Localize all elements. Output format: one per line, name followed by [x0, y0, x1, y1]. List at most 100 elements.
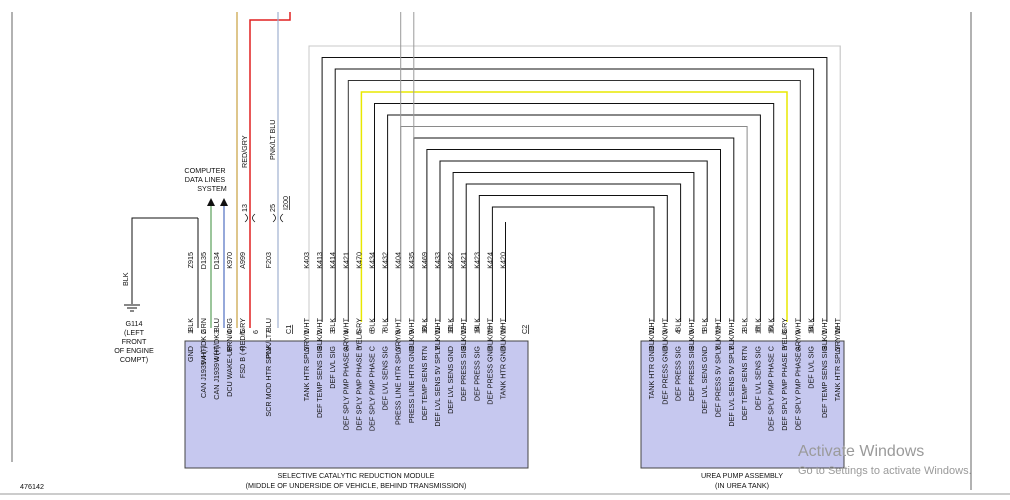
scr-module-title: SELECTIVE CATALYTIC REDUCTION MODULE	[278, 471, 435, 480]
harness-loop-wire	[387, 114, 761, 322]
scr-module-subtitle: (MIDDLE OF UNDERSIDE OF VEHICLE, BEHIND …	[246, 481, 467, 490]
pin-function: SCR MOD HTR SPLY	[264, 346, 273, 417]
pin-function: GND	[186, 346, 195, 362]
wire-color-label: BLK	[753, 318, 762, 332]
arrow-can-low	[207, 198, 215, 206]
circuit-label: K423	[472, 252, 481, 269]
ground-loc-3: OF ENGINE	[114, 346, 154, 355]
wire-color-label: RED/GRY	[238, 318, 247, 351]
wire-color-label: BLK	[328, 318, 337, 332]
pin-function: TANK HTR SPLY	[302, 346, 311, 401]
ground-id: G114	[125, 319, 142, 328]
pin-function: DEF LVL SIG	[807, 346, 816, 389]
urea-pump-subtitle: (IN UREA TANK)	[715, 481, 769, 490]
circuit-label: K421	[341, 252, 350, 269]
pin-function: DEF PRESS SIG	[459, 346, 468, 402]
pin-function: DEF LVL SENS 5V SPLY	[433, 346, 442, 427]
circuit-label: F203	[264, 252, 273, 268]
pin-function: DEF PRESS GND	[485, 346, 494, 405]
wire-color-label: BLK/WHT	[687, 317, 696, 350]
pin-function: DEF LVL SENS GND	[446, 346, 455, 414]
red-wire	[249, 12, 291, 328]
circuit-label: Z915	[186, 252, 195, 268]
circuit-label: K433	[433, 252, 442, 269]
pin-function: DEF SPLY PMP PHASE B	[354, 346, 363, 431]
wire-color-label: BLK/WHT	[647, 317, 656, 350]
wire-color-label: BLK	[700, 318, 709, 332]
figure-id: 476142	[20, 482, 44, 491]
circuit-label: D134	[212, 252, 221, 269]
pin-function: DEF PRESS SIG	[472, 346, 481, 402]
wire-color-label: BLK	[186, 318, 195, 332]
pin-function: DEF LVL SIG	[328, 346, 337, 389]
circuit-label: K970	[225, 252, 234, 269]
pin-function: DEF LVL SENS GND	[700, 346, 709, 414]
harness-loop-wire	[478, 195, 668, 322]
pin-function: PRESS LINE HTR GND	[407, 346, 416, 423]
wire-color-label: BLK	[740, 318, 749, 332]
wire-color-label: BLK	[674, 318, 683, 332]
pin-function: DEF TEMP SENS SIG	[315, 346, 324, 418]
circuit-label: K434	[368, 252, 377, 269]
ground-wire-color: BLK	[121, 272, 130, 286]
circuit-label: K420	[499, 252, 508, 269]
pin-function: DEF LVL SENS 5V SPLY	[727, 346, 736, 427]
pin-function: DEF SPLY PMP PHASE B	[780, 346, 789, 431]
ground-loc-1: (LEFT	[124, 328, 145, 337]
pin-function: TANK HTR GND	[499, 346, 508, 399]
wire-color-label: YEL/GRY	[780, 318, 789, 349]
pin-function: PRESS LINE HTR SPLY	[394, 346, 403, 425]
harness-loop-wire	[491, 206, 655, 322]
pin-function: DEF PRESS 5V SPLY	[714, 346, 723, 418]
circuit-label: A999	[238, 252, 247, 269]
pin-function: DEF PRESS SIG	[674, 346, 683, 402]
harness-loop-wire	[374, 103, 775, 322]
harness-loop-wire	[321, 57, 828, 322]
circuit-label: K435	[407, 252, 416, 269]
pin-function: DCU WAKE-UP	[225, 346, 234, 397]
harness-loop-wire	[413, 137, 735, 322]
circuit-label: K421	[459, 252, 468, 269]
wire-color-label: BLK	[446, 318, 455, 332]
pin-function: DEF SPLY PMP PHASE A	[793, 346, 802, 430]
pin-function: CAN J1939 4 (-)	[199, 346, 208, 398]
circuit-label: K414	[328, 252, 337, 269]
circuit-label: K413	[315, 252, 324, 269]
computer-data-lines-2: DATA LINES	[185, 175, 226, 184]
pin-function: DEF PRESS GND	[660, 346, 669, 405]
pin-function: DEF LVL SENS SIG	[753, 346, 762, 411]
circuit-label: K469	[420, 252, 429, 269]
computer-data-lines-1: COMPUTER	[184, 166, 225, 175]
pin-function: DEF TEMP SENS RTN	[740, 346, 749, 420]
pin-function: TANK HTR SPLY	[833, 346, 842, 401]
harness-loops	[308, 12, 841, 322]
wire-color-label: BLK	[420, 318, 429, 332]
ground-loc-4: COMPT)	[120, 355, 148, 364]
wire-color-label: BLK/WHT	[499, 317, 508, 350]
harness-loop-wire	[426, 149, 721, 322]
wire-color-label: BLK/WHT	[433, 317, 442, 350]
wire-color-label: BLK	[767, 318, 776, 332]
connector-c2-label: C2	[520, 325, 529, 334]
wire-color-label: BLK/WHT	[407, 317, 416, 350]
circuit-label: K422	[446, 252, 455, 269]
circuit-label: K432	[381, 252, 390, 269]
wire-color-label: BLK	[381, 318, 390, 332]
wire-color-label: BLK/WHT	[660, 317, 669, 350]
circuit-label: D135	[199, 252, 208, 269]
watermark-title: Activate Windows	[798, 443, 924, 460]
wire-color-label: BLK	[807, 318, 816, 332]
harness-loop-wire	[347, 80, 801, 322]
splice-25-label: 25	[268, 204, 277, 212]
wire-color-label: BLK/WHT	[820, 317, 829, 350]
ground-loc-2: FRONT	[122, 337, 147, 346]
ref-i200-label: I200	[281, 196, 290, 210]
wire-color-label: BLK/WHT	[459, 317, 468, 350]
pin-function: CAN J1939 4 (+)	[212, 346, 221, 400]
wire-color-label: BLK/WHT	[714, 317, 723, 350]
pin-function: DEF PRESS SIG	[687, 346, 696, 402]
upper-red-gry-label: RED/GRY	[240, 135, 249, 168]
circuit-label: K403	[302, 252, 311, 269]
pin-function: FSD B (+)	[238, 346, 247, 378]
circuit-label: K424	[485, 252, 494, 269]
